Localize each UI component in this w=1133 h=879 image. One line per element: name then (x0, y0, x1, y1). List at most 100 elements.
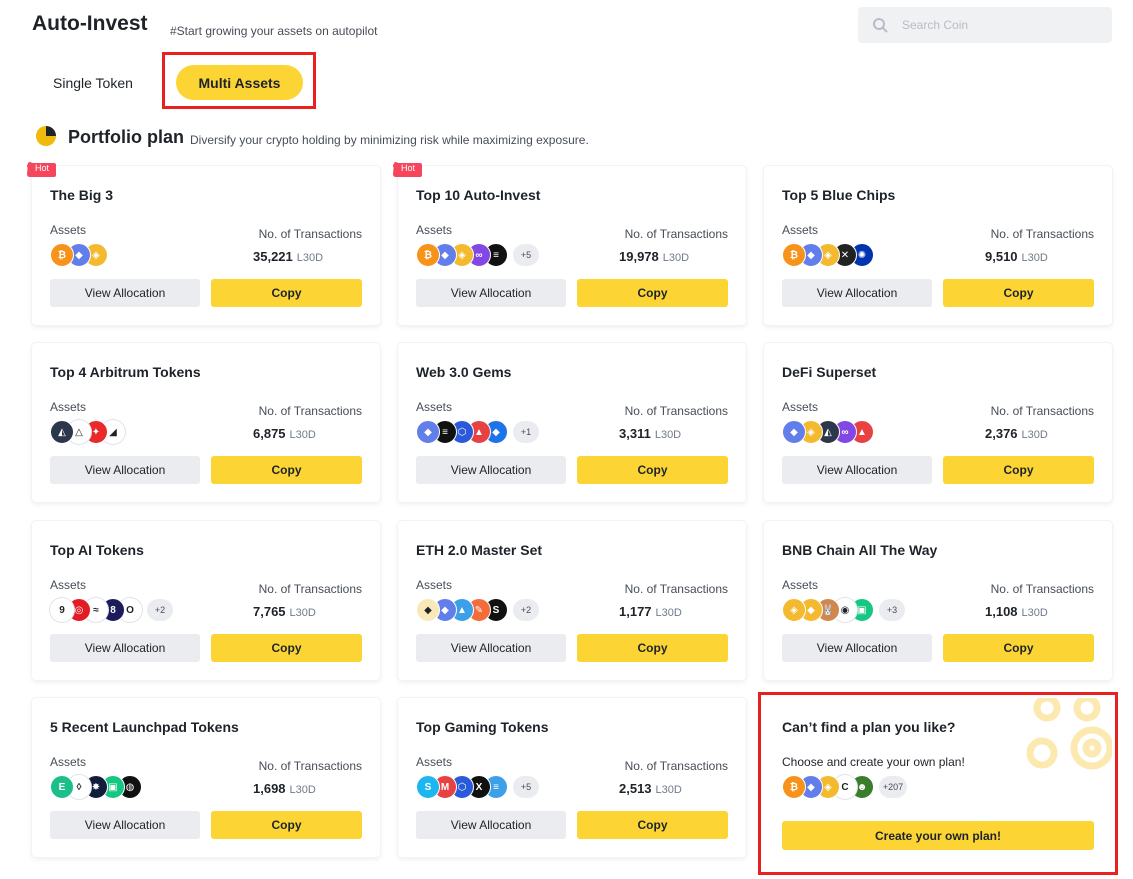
transactions-label: No. of Transactions (990, 227, 1094, 241)
transactions-value: 6,875 L30D (253, 426, 316, 441)
assets-label: Assets (782, 223, 819, 237)
plan-card: Top AI Tokens Assets 9 ◎ ≈8 O +2 No. of Transac… (32, 521, 380, 680)
transactions-label: No. of Transactions (624, 759, 728, 773)
plan-card: BNB Chain All The Way Assets ◈ ◆ 🐰 ◉ ▣ +3 No. of… (764, 521, 1112, 680)
coin-icon: ₿ (782, 243, 806, 267)
view-allocation-button[interactable]: View Allocation (416, 634, 566, 662)
coin-icon: ◆ (782, 420, 806, 444)
copy-button[interactable]: Copy (211, 634, 362, 662)
copy-button[interactable]: Copy (577, 456, 728, 484)
transactions-unit: L30D (296, 252, 324, 264)
transactions-value: 1,698 L30D (253, 781, 316, 796)
hot-label: Hot (401, 163, 416, 173)
view-allocation-button[interactable]: View Allocation (50, 811, 200, 839)
view-allocation-button[interactable]: View Allocation (782, 279, 932, 307)
coin-icon: ₿ (782, 775, 806, 799)
transactions-count: 9,510 (985, 249, 1018, 264)
coin-icon: E (50, 775, 74, 799)
transactions-unit: L30D (655, 784, 682, 796)
search-box[interactable] (858, 7, 1112, 43)
asset-icons: ₿ ◆ ◈ (50, 243, 108, 267)
copy-button[interactable]: Copy (211, 279, 362, 307)
more-assets-badge: +1 (513, 421, 539, 443)
transactions-count: 2,513 (619, 781, 652, 796)
transactions-label: No. of Transactions (258, 582, 362, 596)
view-allocation-button[interactable]: View Allocation (416, 811, 566, 839)
coin-icon: ◈ (782, 598, 806, 622)
copy-button[interactable]: Copy (577, 279, 728, 307)
tab-single-token[interactable]: Single Token (53, 75, 133, 91)
transactions-label: No. of Transactions (258, 759, 362, 773)
coin-icon: 9 (50, 598, 74, 622)
transactions-unit: L30D (289, 784, 316, 796)
plan-card: Top Gaming Tokens Assets S M ⬡ X ≡ +5 No. of Tra… (398, 698, 746, 857)
asset-icons: ₿ ◆ ◈ ✕ ✺ (782, 243, 874, 267)
copy-button[interactable]: Copy (211, 456, 362, 484)
highlight-box (162, 52, 316, 109)
plan-name: ETH 2.0 Master Set (416, 542, 543, 558)
asset-icons: ◆ ◆ ▲ ✎ S +2 (416, 598, 539, 622)
assets-label: Assets (50, 223, 87, 237)
assets-label: Assets (50, 755, 87, 769)
transactions-value: 9,510 L30D (985, 249, 1048, 264)
copy-button[interactable]: Copy (577, 811, 728, 839)
plan-name: BNB Chain All The Way (782, 542, 938, 558)
pie-chart-icon (36, 126, 56, 146)
more-assets-badge: +2 (513, 599, 539, 621)
transactions-label: No. of Transactions (990, 582, 1094, 596)
transactions-count: 1,108 (985, 604, 1018, 619)
view-allocation-button[interactable]: View Allocation (416, 279, 566, 307)
transactions-value: 19,978 L30D (619, 249, 689, 264)
copy-button[interactable]: Copy (943, 279, 1094, 307)
asset-icons: ◭ △ ✦ ◢ (50, 420, 125, 444)
transactions-value: 2,376 L30D (985, 426, 1048, 441)
copy-button[interactable]: Copy (211, 811, 362, 839)
search-icon (873, 18, 888, 33)
plan-name: Top Gaming Tokens (416, 719, 549, 735)
plan-name: Top AI Tokens (50, 542, 144, 558)
copy-button[interactable]: Copy (943, 456, 1094, 484)
view-allocation-button[interactable]: View Allocation (782, 456, 932, 484)
plan-name: 5 Recent Launchpad Tokens (50, 719, 239, 735)
assets-label: Assets (50, 400, 87, 414)
copy-button[interactable]: Copy (577, 634, 728, 662)
plan-name: Top 5 Blue Chips (782, 187, 896, 203)
assets-label: Assets (782, 578, 819, 592)
assets-label: Assets (416, 400, 453, 414)
transactions-unit: L30D (655, 607, 682, 619)
transactions-label: No. of Transactions (624, 404, 728, 418)
section-title: Portfolio plan (68, 127, 184, 147)
plan-card: ETH 2.0 Master Set Assets ◆ ◆ ▲ ✎ S +2 No. of Tr… (398, 521, 746, 680)
transactions-unit: L30D (654, 429, 682, 441)
view-allocation-button[interactable]: View Allocation (782, 634, 932, 662)
transactions-count: 2,376 (985, 426, 1018, 441)
asset-icons: 9 ◎ ≈8 O +2 (50, 598, 173, 622)
transactions-count: 1,698 (253, 781, 286, 796)
more-assets-badge: +2 (147, 599, 173, 621)
view-allocation-button[interactable]: View Allocation (50, 279, 200, 307)
transactions-label: No. of Transactions (624, 227, 728, 241)
plan-name: Top 10 Auto-Invest (416, 187, 541, 203)
hot-badge: Hot (390, 161, 422, 178)
assets-label: Assets (416, 578, 453, 592)
coin-icon: ◭ (50, 420, 74, 444)
coin-icon: ◆ (416, 420, 440, 444)
transactions-value: 3,311 L30D (619, 426, 681, 441)
transactions-count: 6,875 (253, 426, 286, 441)
more-assets-badge: +3 (879, 599, 905, 621)
plan-name: Web 3.0 Gems (416, 364, 512, 380)
search-input[interactable] (902, 18, 1082, 32)
transactions-count: 35,221 (253, 249, 293, 264)
transactions-unit: L30D (1021, 429, 1048, 441)
view-allocation-button[interactable]: View Allocation (50, 456, 200, 484)
asset-icons: ◈ ◆ 🐰 ◉ ▣ +3 (782, 598, 905, 622)
transactions-unit: L30D (289, 429, 316, 441)
transactions-value: 35,221 L30D (253, 249, 323, 264)
page-title: Auto-Invest (32, 12, 148, 35)
coin-icon: ₿ (50, 243, 74, 267)
copy-button[interactable]: Copy (943, 634, 1094, 662)
view-allocation-button[interactable]: View Allocation (416, 456, 566, 484)
hot-badge: Hot (24, 161, 56, 178)
plan-card: Web 3.0 Gems Assets ◆ ≡ ⬡ ▲ ◆ +1 No. of Transact… (398, 343, 746, 502)
view-allocation-button[interactable]: View Allocation (50, 634, 200, 662)
